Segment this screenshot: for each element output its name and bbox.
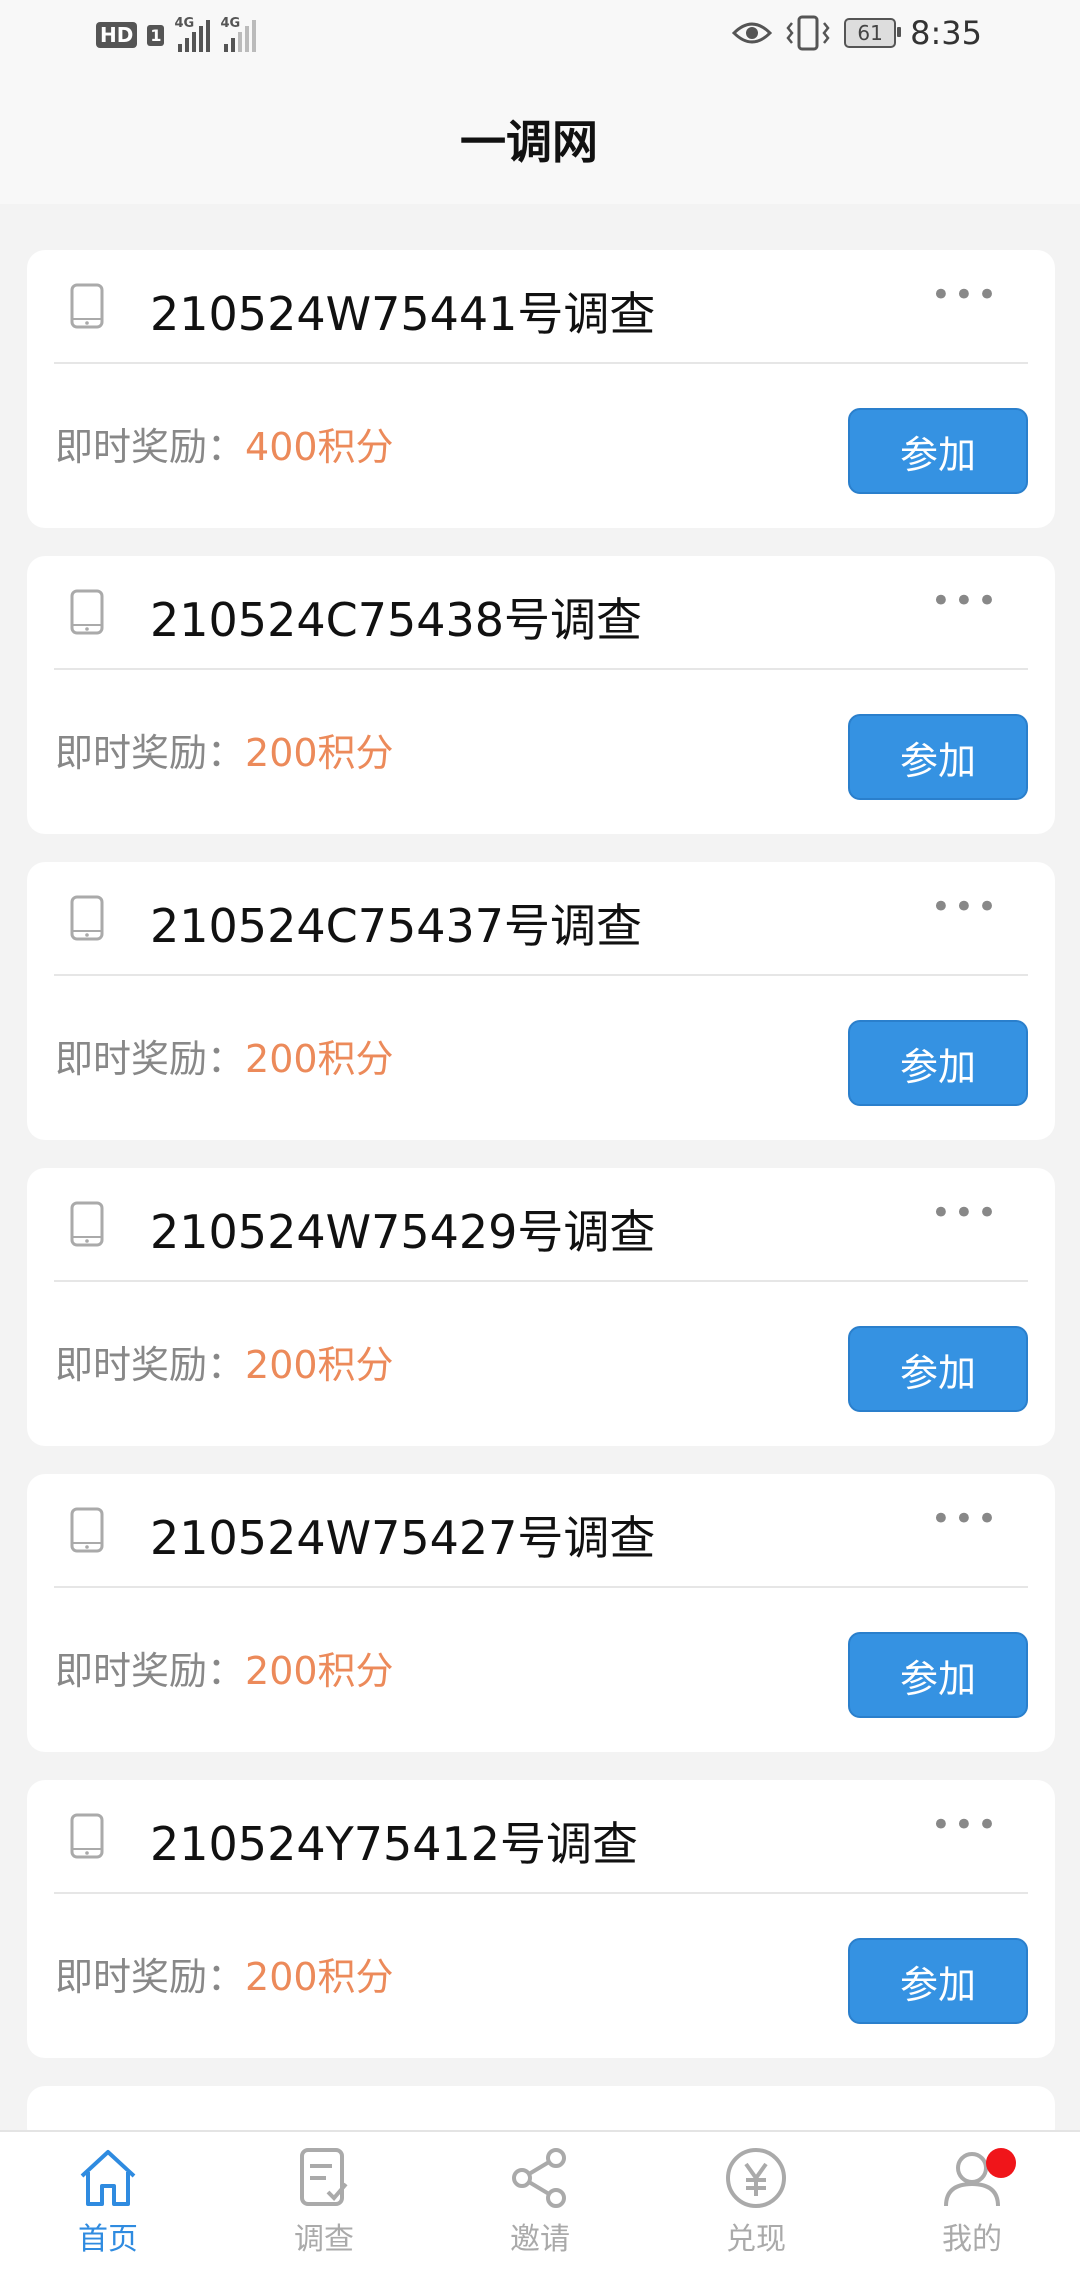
clock: 8:35	[910, 14, 982, 52]
reward-value: 200积分	[245, 1037, 394, 1081]
notification-badge	[986, 2148, 1016, 2178]
network-type-1: 4G	[174, 16, 195, 31]
phone-icon	[70, 1813, 104, 1859]
survey-title[interactable]: 210524C75438号调查	[150, 584, 642, 650]
nav-label-redeem: 兑现	[726, 2222, 786, 2257]
more-options-icon[interactable]: •••	[931, 278, 1000, 312]
share-icon	[512, 2148, 566, 2208]
survey-title[interactable]: 210524W75427号调查	[150, 1502, 655, 1568]
reward-value: 200积分	[245, 1955, 394, 1999]
join-button[interactable]: 参加	[848, 1632, 1028, 1718]
join-button[interactable]: 参加	[848, 1326, 1028, 1412]
reward-value: 200积分	[245, 1649, 394, 1693]
reward-label: 即时奖励：	[55, 1037, 246, 1081]
survey-list: 210524W75441号调查 ••• 即时奖励：400积分 参加 210524…	[27, 250, 1055, 2146]
nav-label-home: 首页	[78, 2222, 138, 2257]
nav-survey[interactable]: 调查	[216, 2132, 432, 2280]
survey-title[interactable]: 210524W75441号调查	[150, 278, 655, 344]
survey-card-header: 210524C75437号调查 •••	[54, 862, 1028, 976]
reward-info: 即时奖励：200积分	[55, 722, 394, 777]
phone-icon	[70, 283, 104, 329]
phone-icon	[70, 1201, 104, 1247]
bottom-nav: 首页 调查 邀请 兑现 我的	[0, 2130, 1080, 2280]
survey-card-header: 210524W75429号调查 •••	[54, 1168, 1028, 1282]
reward-info: 即时奖励：200积分	[55, 1028, 394, 1083]
join-button[interactable]: 参加	[848, 1020, 1028, 1106]
app-header: 一调网	[0, 74, 1080, 204]
eye-icon	[732, 22, 773, 44]
status-right: 61 8:35	[732, 14, 982, 52]
survey-card: 210524W75441号调查 ••• 即时奖励：400积分 参加	[27, 250, 1055, 528]
reward-info: 即时奖励：200积分	[55, 1640, 394, 1695]
signal-icon-1: 4G	[174, 16, 211, 52]
reward-info: 即时奖励：400积分	[55, 416, 394, 471]
reward-value: 400积分	[245, 425, 394, 469]
nav-label-survey: 调查	[294, 2222, 354, 2257]
reward-info: 即时奖励：200积分	[55, 1334, 394, 1389]
survey-card: 210524Y75412号调查 ••• 即时奖励：200积分 参加	[27, 1780, 1055, 2058]
survey-card: 210524W75429号调查 ••• 即时奖励：200积分 参加	[27, 1168, 1055, 1446]
survey-card: 210524C75438号调查 ••• 即时奖励：200积分 参加	[27, 556, 1055, 834]
page-title: 一调网	[460, 115, 598, 169]
sim-indicator: 1	[147, 24, 165, 46]
reward-label: 即时奖励：	[55, 1955, 246, 1999]
survey-card-header: 210524Y75412号调查 •••	[54, 1780, 1028, 1894]
survey-card-header: 210524C75438号调查 •••	[54, 556, 1028, 670]
nav-label-invite: 邀请	[510, 2222, 570, 2257]
reward-info: 即时奖励：200积分	[55, 1946, 394, 2001]
survey-title[interactable]: 210524W75429号调查	[150, 1196, 655, 1262]
nav-home[interactable]: 首页	[0, 2132, 216, 2280]
survey-card-header: 210524W75441号调查 •••	[54, 250, 1028, 364]
yen-icon	[726, 2148, 786, 2208]
survey-card: 210524W75427号调查 ••• 即时奖励：200积分 参加	[27, 1474, 1055, 1752]
signal-icon-2: 4G	[220, 16, 257, 52]
status-left: HD 1 4G 4G	[96, 16, 257, 52]
more-options-icon[interactable]: •••	[931, 890, 1000, 924]
survey-title[interactable]: 210524Y75412号调查	[150, 1808, 638, 1874]
phone-icon	[70, 895, 104, 941]
nav-profile[interactable]: 我的	[864, 2132, 1080, 2280]
more-options-icon[interactable]: •••	[931, 1808, 1000, 1842]
status-bar: HD 1 4G 4G 61 8:35	[0, 0, 1080, 74]
nav-invite[interactable]: 邀请	[432, 2132, 648, 2280]
nav-label-profile: 我的	[942, 2222, 1002, 2257]
reward-label: 即时奖励：	[55, 731, 246, 775]
vibrate-icon	[786, 15, 830, 51]
join-button[interactable]: 参加	[848, 1938, 1028, 2024]
reward-label: 即时奖励：	[55, 1649, 246, 1693]
reward-label: 即时奖励：	[55, 1343, 246, 1387]
reward-value: 200积分	[245, 731, 394, 775]
phone-icon	[70, 1507, 104, 1553]
reward-value: 200积分	[245, 1343, 394, 1387]
survey-title[interactable]: 210524C75437号调查	[150, 890, 642, 956]
reward-label: 即时奖励：	[55, 425, 246, 469]
phone-icon	[70, 589, 104, 635]
hd-indicator: HD	[96, 22, 138, 48]
survey-card: 210524C75437号调查 ••• 即时奖励：200积分 参加	[27, 862, 1055, 1140]
join-button[interactable]: 参加	[848, 408, 1028, 494]
nav-redeem[interactable]: 兑现	[648, 2132, 864, 2280]
home-icon	[80, 2150, 136, 2206]
join-button[interactable]: 参加	[848, 714, 1028, 800]
more-options-icon[interactable]: •••	[931, 1196, 1000, 1230]
survey-icon	[300, 2148, 348, 2206]
battery-icon: 61	[844, 18, 902, 48]
more-options-icon[interactable]: •••	[931, 1502, 1000, 1536]
more-options-icon[interactable]: •••	[931, 584, 1000, 618]
network-type-2: 4G	[220, 16, 241, 31]
survey-card-header: 210524W75427号调查 •••	[54, 1474, 1028, 1588]
